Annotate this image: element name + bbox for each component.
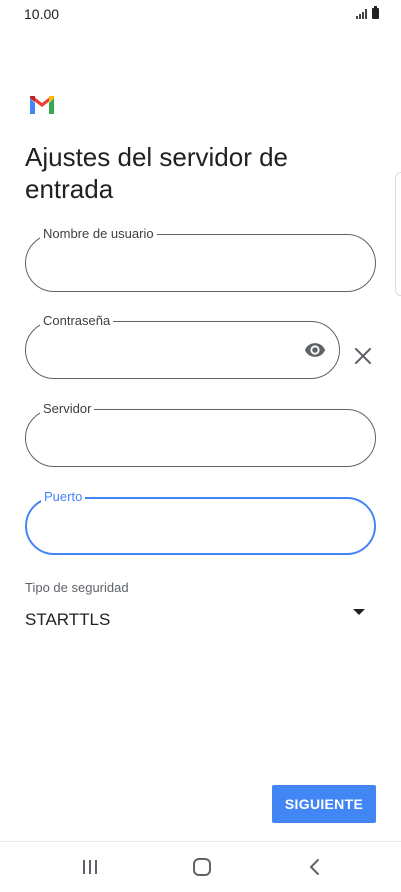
security-type-value: STARTTLS: [25, 610, 111, 629]
username-label: Nombre de usuario: [40, 226, 157, 242]
server-field[interactable]: Servidor: [25, 401, 376, 467]
scroll-edge-indicator: [395, 172, 401, 296]
server-label: Servidor: [40, 401, 95, 417]
navigation-bar: [0, 841, 401, 892]
password-label: Contraseña: [40, 313, 114, 329]
clear-icon[interactable]: [353, 346, 373, 366]
page-title: Ajustes del servidor de entrada: [25, 142, 289, 204]
status-bar: 10.00: [0, 0, 401, 30]
security-type-label: Tipo de seguridad: [25, 580, 129, 595]
port-label: Puerto: [41, 489, 86, 505]
back-icon[interactable]: [305, 857, 325, 877]
status-icons: [356, 6, 379, 19]
password-input[interactable]: [42, 340, 272, 362]
password-field[interactable]: Contraseña: [25, 313, 340, 379]
username-input[interactable]: [42, 253, 302, 275]
home-icon[interactable]: [193, 858, 211, 876]
dropdown-arrow-icon[interactable]: [353, 609, 365, 615]
signal-icon: [356, 9, 368, 19]
recent-apps-icon[interactable]: [81, 859, 99, 875]
username-field[interactable]: Nombre de usuario: [25, 226, 376, 292]
server-input[interactable]: [42, 428, 302, 450]
battery-icon: [372, 6, 379, 19]
port-input[interactable]: [43, 517, 303, 539]
next-button[interactable]: SIGUIENTE: [272, 785, 376, 823]
status-time: 10.00: [24, 6, 60, 22]
gmail-icon: [30, 96, 54, 114]
port-field[interactable]: Puerto: [25, 489, 376, 555]
show-password-icon[interactable]: [303, 339, 327, 361]
